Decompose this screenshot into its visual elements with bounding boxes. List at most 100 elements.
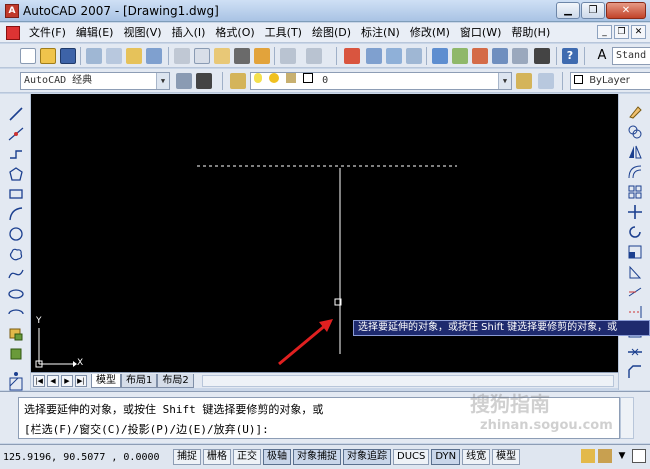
command-scrollbar[interactable]	[620, 397, 634, 439]
menu-insert[interactable]: 插入(I)	[167, 24, 211, 42]
move-icon[interactable]	[627, 204, 643, 220]
first-tab-icon[interactable]: |◀	[33, 374, 45, 387]
new-icon[interactable]	[20, 48, 36, 64]
workspace-combo[interactable]: AutoCAD 经典 ▼	[20, 72, 170, 90]
properties-icon[interactable]	[432, 48, 448, 64]
color-combo[interactable]: ByLayer	[570, 72, 650, 90]
last-tab-icon[interactable]: ▶|	[75, 374, 87, 387]
print-preview-icon[interactable]	[106, 48, 122, 64]
otrack-button[interactable]: 对象追踪	[343, 449, 391, 465]
doc-restore-button[interactable]: ❐	[614, 25, 629, 39]
make-block-icon[interactable]	[8, 346, 24, 362]
menu-modify[interactable]: 修改(M)	[405, 24, 455, 42]
osnap-button[interactable]: 对象捕捉	[293, 449, 341, 465]
array-icon[interactable]	[627, 184, 643, 200]
scale-icon[interactable]	[627, 244, 643, 260]
zoom-previous-icon[interactable]	[406, 48, 422, 64]
redo-icon[interactable]	[306, 48, 322, 64]
zoom-window-icon[interactable]	[386, 48, 402, 64]
line-icon[interactable]	[8, 106, 24, 122]
copy-icon[interactable]	[194, 48, 210, 64]
snap-button[interactable]: 捕捉	[173, 449, 201, 465]
calculator-icon[interactable]	[534, 48, 550, 64]
save-workspace-icon[interactable]	[196, 73, 212, 89]
text-style-icon[interactable]: A	[594, 48, 610, 64]
join-icon[interactable]	[627, 344, 643, 360]
menu-format[interactable]: 格式(O)	[210, 24, 259, 42]
construction-line-icon[interactable]	[8, 126, 24, 142]
menu-tools[interactable]: 工具(T)	[260, 24, 307, 42]
ellipse-arc-icon[interactable]	[8, 306, 24, 322]
extend-icon[interactable]	[627, 304, 643, 320]
help-icon[interactable]: ?	[562, 48, 578, 64]
block-editor-icon[interactable]	[254, 48, 270, 64]
publish-icon[interactable]	[126, 48, 142, 64]
menu-dimension[interactable]: 标注(N)	[356, 24, 405, 42]
make-current-layer-icon[interactable]	[516, 73, 532, 89]
close-button[interactable]: ✕	[606, 2, 646, 19]
coordinates-display[interactable]: 125.9196, 90.5077 , 0.0000	[3, 452, 173, 463]
insert-block-icon[interactable]	[8, 326, 24, 342]
save-icon[interactable]	[60, 48, 76, 64]
paste-icon[interactable]	[214, 48, 230, 64]
match-properties-icon[interactable]	[234, 48, 250, 64]
undo-icon[interactable]	[280, 48, 296, 64]
tab-layout2[interactable]: 布局2	[157, 373, 194, 388]
lineweight-button[interactable]: 线宽	[462, 449, 491, 465]
tool-palettes-icon[interactable]	[472, 48, 488, 64]
menu-edit[interactable]: 编辑(E)	[71, 24, 119, 42]
layer-previous-icon[interactable]	[538, 73, 554, 89]
zoom-realtime-icon[interactable]	[366, 48, 382, 64]
ellipse-icon[interactable]	[8, 286, 24, 302]
offset-icon[interactable]	[627, 164, 643, 180]
workspace-settings-icon[interactable]	[176, 73, 192, 89]
markup-icon[interactable]	[512, 48, 528, 64]
text-style-combo[interactable]: Stand	[612, 47, 650, 65]
grid-button[interactable]: 栅格	[203, 449, 231, 465]
trim-icon[interactable]	[627, 284, 643, 300]
chevron-down-icon[interactable]: ▼	[498, 73, 511, 89]
layer-combo[interactable]: 0 ▼	[250, 72, 512, 90]
copy-object-icon[interactable]	[627, 124, 643, 140]
document-icon[interactable]	[6, 25, 20, 40]
ortho-button[interactable]: 正交	[233, 449, 261, 465]
clean-screen-icon[interactable]	[632, 449, 646, 463]
hatch-icon[interactable]	[8, 376, 24, 392]
polygon-icon[interactable]	[8, 166, 24, 182]
dyn-button[interactable]: DYN	[431, 449, 461, 465]
menu-file[interactable]: 文件(F)	[24, 24, 71, 42]
menu-draw[interactable]: 绘图(D)	[307, 24, 356, 42]
ducs-button[interactable]: DUCS	[393, 449, 430, 465]
minimize-button[interactable]: ▁	[556, 2, 580, 19]
design-center-icon[interactable]	[452, 48, 468, 64]
mirror-icon[interactable]	[627, 144, 643, 160]
next-tab-icon[interactable]: ▶	[61, 374, 73, 387]
model-button[interactable]: 模型	[492, 449, 521, 465]
print-icon[interactable]	[86, 48, 102, 64]
revision-cloud-icon[interactable]	[8, 246, 24, 262]
plot-icon[interactable]	[146, 48, 162, 64]
autocad-app-icon[interactable]: A	[5, 3, 19, 18]
circle-icon[interactable]	[8, 226, 24, 242]
sheet-set-icon[interactable]	[492, 48, 508, 64]
chevron-down-icon[interactable]: ▼	[156, 73, 169, 89]
layer-manager-icon[interactable]	[230, 73, 246, 89]
tab-model[interactable]: 模型	[91, 373, 121, 388]
chamfer-icon[interactable]	[627, 364, 643, 380]
lock-toolbar-icon[interactable]	[598, 449, 612, 463]
maximize-button[interactable]: ❐	[581, 2, 605, 19]
pan-icon[interactable]	[344, 48, 360, 64]
horizontal-scrollbar[interactable]	[201, 374, 614, 387]
doc-minimize-button[interactable]: _	[597, 25, 612, 39]
arc-icon[interactable]	[8, 206, 24, 222]
communication-center-icon[interactable]	[581, 449, 595, 463]
rectangle-icon[interactable]	[8, 186, 24, 202]
prev-tab-icon[interactable]: ◀	[47, 374, 59, 387]
rotate-icon[interactable]	[627, 224, 643, 240]
menu-help[interactable]: 帮助(H)	[506, 24, 555, 42]
tab-layout1[interactable]: 布局1	[121, 373, 158, 388]
stretch-icon[interactable]	[627, 264, 643, 280]
erase-icon[interactable]	[627, 104, 643, 120]
status-menu-chevron-icon[interactable]: ▼	[615, 449, 629, 463]
polar-button[interactable]: 极轴	[263, 449, 291, 465]
